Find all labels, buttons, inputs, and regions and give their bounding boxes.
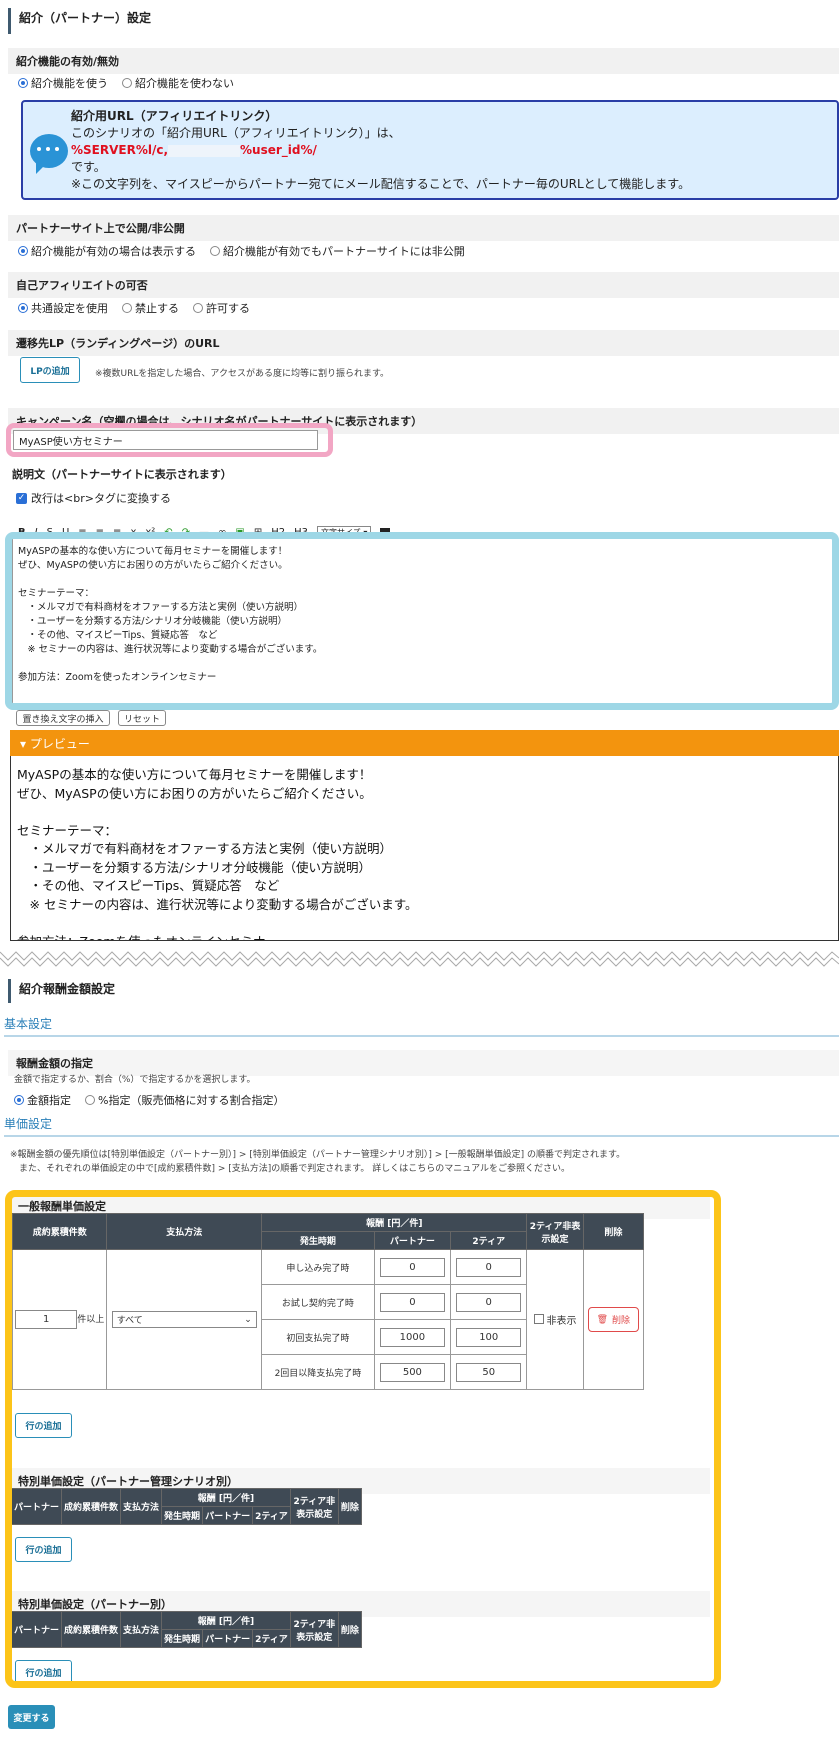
checkbox-checked-icon[interactable]: ✓ bbox=[16, 492, 27, 504]
publish-radio-group: 紹介機能が有効の場合は表示する 紹介機能が有効でもパートナーサイトには非公開 bbox=[18, 243, 475, 259]
radio-off-icon[interactable] bbox=[85, 1095, 95, 1105]
radio-off-icon[interactable] bbox=[210, 246, 220, 256]
info-text: 紹介用URL（アフィリエイトリンク） このシナリオの「紹介用URL（アフィリエイ… bbox=[71, 108, 690, 193]
enable-on-option[interactable]: 紹介機能を使う bbox=[18, 75, 108, 91]
option-label: 紹介機能を使う bbox=[31, 77, 108, 90]
radio-off-icon[interactable] bbox=[122, 78, 132, 88]
section-title-reward: 紹介報酬金額設定 bbox=[8, 979, 115, 1003]
info-heading: 紹介用URL（アフィリエイトリンク） bbox=[71, 109, 278, 123]
br-convert-option[interactable]: ✓ 改行は<br>タグに変換する bbox=[16, 490, 171, 506]
radio-on-icon[interactable] bbox=[18, 303, 28, 313]
publish-show-option[interactable]: 紹介機能が有効の場合は表示する bbox=[18, 243, 196, 259]
enable-off-option[interactable]: 紹介機能を使わない bbox=[122, 75, 234, 91]
self-affiliate-label: 自己アフィリエイトの可否 bbox=[8, 272, 839, 298]
enable-label: 紹介機能の有効/無効 bbox=[8, 48, 839, 74]
info-line3: です。 bbox=[71, 160, 106, 174]
preview-title: プレビュー bbox=[29, 737, 90, 751]
radio-on-icon[interactable] bbox=[18, 246, 28, 256]
publish-hide-option[interactable]: 紹介機能が有効でもパートナーサイトには非公開 bbox=[210, 243, 465, 259]
option-label: 紹介機能を使わない bbox=[135, 77, 234, 90]
reset-button[interactable]: リセット bbox=[118, 710, 166, 726]
section-title-partner: 紹介（パートナー）設定 bbox=[8, 8, 151, 34]
amount-fixed-option[interactable]: 金額指定 bbox=[14, 1092, 71, 1108]
highlight-unit-settings bbox=[5, 1190, 721, 1688]
br-checkbox-label: 改行は<br>タグに変換する bbox=[31, 492, 171, 505]
amount-radio-group: 金額指定 %指定（販売価格に対する割合指定） bbox=[14, 1092, 294, 1108]
triangle-down-icon: ▾ bbox=[20, 737, 30, 751]
radio-off-icon[interactable] bbox=[122, 303, 132, 313]
unit-priority-note: ※報酬金額の優先順位は[特別単価設定（パートナー別）] > [特別単価設定（パー… bbox=[10, 1150, 626, 1174]
amount-note: 金額で指定するか、割合（%）で指定するかを選択します。 bbox=[14, 1075, 256, 1085]
unit-settings-heading: 単価設定 bbox=[4, 1115, 839, 1137]
speech-bubble-icon bbox=[30, 134, 68, 174]
lp-note: ※複数URLを指定した場合、アクセスがある度に均等に割り振られます。 bbox=[95, 369, 390, 379]
highlight-campaign bbox=[6, 423, 333, 457]
publish-label: パートナーサイト上で公開/非公開 bbox=[8, 215, 839, 241]
insert-placeholder-button[interactable]: 置き換え文字の挿入 bbox=[16, 710, 110, 726]
affiliate-url-info-box: 紹介用URL（アフィリエイトリンク） このシナリオの「紹介用URL（アフィリエイ… bbox=[21, 100, 839, 200]
info-line1: このシナリオの「紹介用URL（アフィリエイトリンク）」は、 bbox=[71, 126, 401, 140]
self-affiliate-radio-group: 共通設定を使用 禁止する 許可する bbox=[18, 300, 260, 316]
description-label: 説明文（パートナーサイトに表示されます） bbox=[12, 468, 232, 481]
basic-settings-heading: 基本設定 bbox=[4, 1015, 839, 1037]
preview-body: MyASPの基本的な使い方について毎月セミナーを開催します！ ぜひ、MyASPの… bbox=[10, 756, 839, 941]
page-break-zigzag bbox=[0, 951, 839, 967]
lp-label: 遷移先LP（ランディングページ）のURL bbox=[8, 330, 839, 356]
highlight-description bbox=[5, 532, 839, 710]
submit-button[interactable]: 変更する bbox=[8, 1705, 55, 1729]
radio-off-icon[interactable] bbox=[193, 303, 203, 313]
enable-radio-group: 紹介機能を使う 紹介機能を使わない bbox=[18, 75, 244, 91]
self-affiliate-common-option[interactable]: 共通設定を使用 bbox=[18, 300, 108, 316]
radio-on-icon[interactable] bbox=[18, 78, 28, 88]
amount-percent-option[interactable]: %指定（販売価格に対する割合指定） bbox=[85, 1092, 284, 1108]
redacted-block bbox=[168, 144, 241, 157]
info-line4: ※この文字列を、マイスピーからパートナー宛てにメール配信することで、パートナー毎… bbox=[71, 177, 691, 191]
self-affiliate-deny-option[interactable]: 禁止する bbox=[122, 300, 179, 316]
preview-header[interactable]: ▾ プレビュー bbox=[10, 730, 839, 756]
radio-on-icon[interactable] bbox=[14, 1095, 24, 1105]
self-affiliate-allow-option[interactable]: 許可する bbox=[193, 300, 250, 316]
add-lp-button[interactable]: LPの追加 bbox=[20, 357, 80, 383]
info-url: %SERVER%l/c, %user_id%/ bbox=[71, 143, 317, 157]
preview-text: MyASPの基本的な使い方について毎月セミナーを開催します！ ぜひ、MyASPの… bbox=[17, 767, 418, 941]
